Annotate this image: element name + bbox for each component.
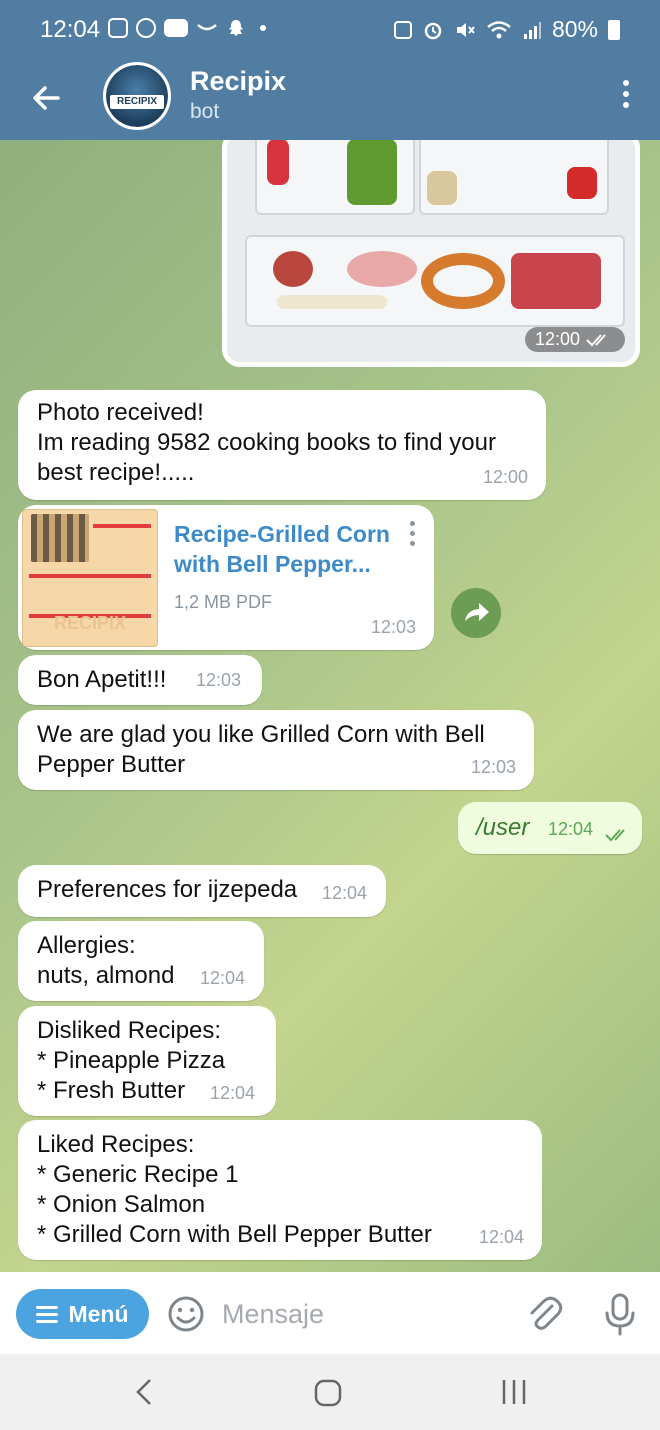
food-greens: [347, 140, 397, 205]
hamburger-icon: [36, 1302, 59, 1327]
status-bar: 12:04 80%: [0, 0, 660, 62]
food-bread: [427, 171, 457, 205]
microphone-icon[interactable]: [600, 1292, 640, 1336]
chat-header: RECIPIX Recipix bot: [0, 62, 660, 140]
message-list[interactable]: 12:00 Photo received! Im reading 9582 co…: [0, 140, 660, 1272]
message-bubble[interactable]: Bon Apetit!!! 12:03: [18, 655, 262, 705]
message-text: Preferences for ijzepeda: [37, 876, 298, 903]
battery-saver-icon: [393, 20, 412, 39]
nav-back-icon[interactable]: [130, 1374, 160, 1410]
message-input[interactable]: [222, 1292, 502, 1336]
message-time: 12:04: [210, 1083, 256, 1103]
file-size: 1,2 MB PDF: [174, 592, 273, 612]
message-text: Allergies: nuts, almond: [37, 932, 175, 989]
food-salami: [273, 251, 313, 287]
mute-icon: [456, 22, 475, 37]
message-bubble[interactable]: Preferences for ijzepeda 12:04: [18, 865, 386, 917]
read-check-icon: [586, 334, 606, 347]
alarm-icon: [424, 22, 442, 39]
bot-menu-button[interactable]: Menú: [16, 1289, 149, 1339]
avatar-image: RECIPIX: [106, 65, 168, 127]
message-text: Bon Apetit!!!: [37, 666, 167, 693]
messenger-icon: [136, 18, 156, 38]
food-ham: [347, 251, 417, 287]
status-time: 12:04: [40, 16, 101, 43]
amazon-icon: [197, 24, 217, 31]
message-time: 12:04: [200, 968, 246, 988]
file-message[interactable]: RECIPIX Recipe-Grilled Corn with Bell Pe…: [18, 505, 434, 650]
food-tomato: [267, 140, 289, 185]
message-time: 12:03: [470, 757, 516, 777]
message-text: Liked Recipes: * Generic Recipe 1 * Onio…: [37, 1131, 432, 1248]
bot-avatar[interactable]: RECIPIX: [103, 62, 171, 130]
share-button[interactable]: [451, 588, 501, 638]
file-menu-icon[interactable]: [410, 521, 418, 551]
message-text: We are glad you like Grilled Corn with B…: [37, 721, 485, 778]
battery-percent: 80%: [551, 16, 598, 42]
food-pepper: [567, 167, 597, 199]
message-bubble[interactable]: Allergies: nuts, almond 12:04: [18, 921, 264, 1001]
nav-recents-icon[interactable]: [496, 1376, 532, 1408]
photo-message[interactable]: 12:00: [222, 140, 640, 367]
food-sausages: [277, 295, 387, 309]
message-time: 12:00: [482, 467, 528, 487]
message-time: 12:04: [478, 1227, 524, 1247]
menu-button-label: Menú: [68, 1300, 129, 1327]
file-name[interactable]: Recipe-Grilled Corn with Bell Pepper...: [174, 519, 390, 579]
message-time: 12:04: [322, 883, 368, 903]
photo-timestamp: 12:00: [524, 327, 625, 352]
message-text: Photo received! Im reading 9582 cooking …: [37, 399, 496, 486]
thumbnail-logo-text: RECIPIX: [53, 613, 127, 633]
system-icons: 80%: [393, 16, 620, 43]
food-meat: [511, 253, 601, 309]
back-arrow-icon[interactable]: [28, 80, 64, 116]
message-text: /user: [476, 814, 530, 841]
message-bubble[interactable]: We are glad you like Grilled Corn with B…: [18, 710, 534, 790]
message-time: 12:03: [370, 617, 416, 637]
system-navigation-bar: [0, 1354, 660, 1430]
read-check-icon: [605, 829, 625, 842]
thumbnail-image: [31, 514, 89, 562]
instagram-icon: [108, 18, 128, 38]
notification-icons: [108, 18, 266, 38]
message-bubble[interactable]: Disliked Recipes: * Pineapple Pizza * Fr…: [18, 1006, 276, 1116]
chat-title[interactable]: Recipix: [190, 66, 286, 97]
message-input-bar: Menú: [0, 1272, 660, 1354]
message-bubble[interactable]: Photo received! Im reading 9582 cooking …: [18, 390, 546, 500]
message-text: Disliked Recipes: * Pineapple Pizza * Fr…: [37, 1017, 226, 1104]
nav-home-icon[interactable]: [313, 1378, 343, 1408]
wifi-icon: [487, 20, 511, 38]
youtube-icon: [164, 19, 188, 37]
message-bubble[interactable]: Liked Recipes: * Generic Recipe 1 * Onio…: [18, 1120, 542, 1260]
message-bubble-outgoing[interactable]: /user 12:04: [458, 802, 642, 854]
battery-icon: [608, 19, 620, 40]
food-sausage: [421, 253, 505, 309]
message-time: 12:03: [196, 670, 242, 690]
attach-icon[interactable]: [524, 1294, 564, 1334]
avatar-text: RECIPIX: [110, 95, 164, 109]
more-options-icon[interactable]: [620, 80, 632, 110]
emoji-icon[interactable]: [166, 1294, 206, 1334]
forward-arrow-icon: [465, 603, 489, 621]
signal-icon: [523, 21, 541, 39]
chat-subtitle: bot: [190, 100, 220, 123]
snapchat-icon: [229, 20, 243, 36]
pdf-thumbnail[interactable]: RECIPIX: [22, 509, 158, 647]
message-time: 12:04: [548, 819, 594, 839]
dot-icon: [260, 25, 266, 31]
